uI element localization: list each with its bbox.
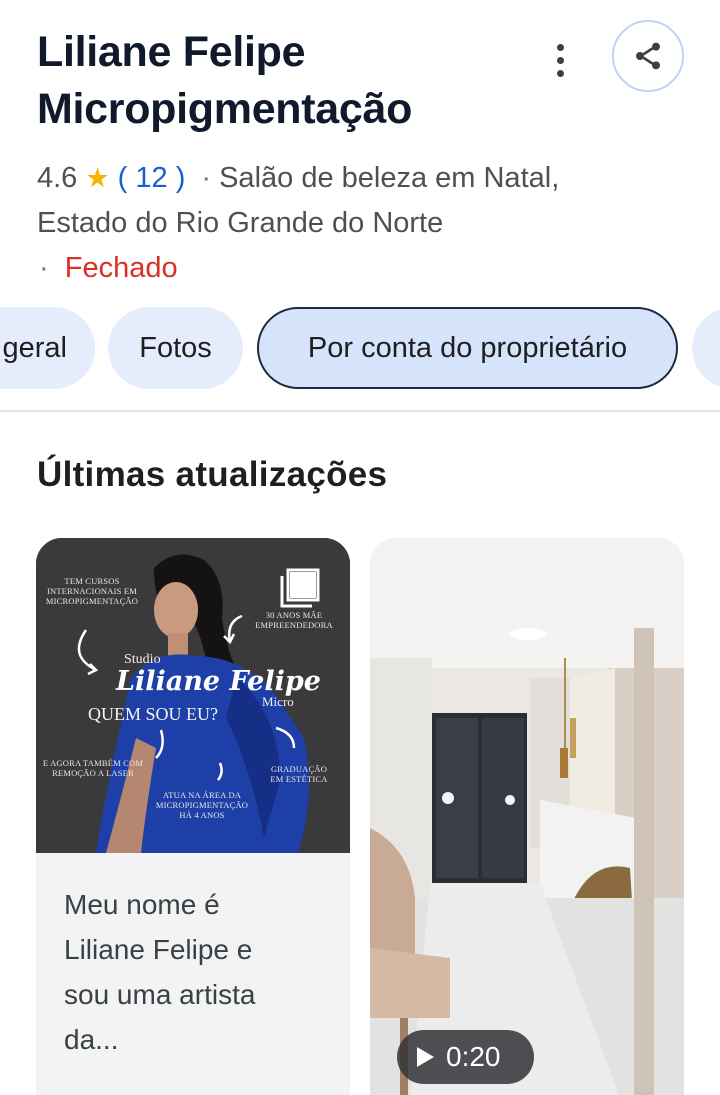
place-category: Salão de beleza em Natal, Estado do Rio …	[37, 162, 560, 239]
place-title: Liliane Felipe Micropigmentação	[37, 28, 413, 133]
section-title: Últimas atualizações	[37, 455, 388, 494]
review-count-link[interactable]: ( 12 )	[118, 162, 186, 194]
place-meta: 4.6 ★ ( 12 ) · Salão de beleza em Natal, …	[37, 156, 597, 291]
arrow-decorations	[77, 614, 296, 781]
status-badge: Fechado	[64, 252, 178, 284]
update-image: TEM CURSOS INTERNACIONAIS EM MICROPIGMEN…	[36, 538, 350, 853]
rating-value: 4.6	[37, 162, 78, 194]
video-duration: 0:20	[446, 1041, 501, 1072]
meta-separator: ·	[201, 162, 212, 194]
tab-bar: geral Fotos Por conta do proprietário	[0, 307, 720, 389]
update-video-card[interactable]	[370, 538, 684, 1095]
update-text: Meu nome é Liliane Felipe e sou uma arti…	[64, 889, 256, 1055]
star-icon: ★	[85, 163, 110, 193]
update-card[interactable]: TEM CURSOS INTERNACIONAIS EM MICROPIGMEN…	[36, 538, 350, 1095]
tab-next[interactable]	[692, 307, 720, 389]
divider	[0, 410, 720, 412]
video-duration-badge[interactable]: 0:20	[397, 1030, 534, 1084]
more-vert-icon	[556, 43, 564, 51]
share-button[interactable]	[612, 20, 684, 92]
play-icon	[417, 1047, 434, 1067]
tab-overview[interactable]: geral	[0, 307, 95, 389]
tab-by-owner[interactable]: Por conta do proprietário	[257, 307, 678, 389]
tab-photos[interactable]: Fotos	[108, 307, 243, 389]
meta-separator: ·	[39, 252, 49, 284]
more-options-button[interactable]	[540, 40, 580, 80]
share-icon	[636, 42, 660, 70]
video-thumbnail	[370, 538, 684, 1095]
